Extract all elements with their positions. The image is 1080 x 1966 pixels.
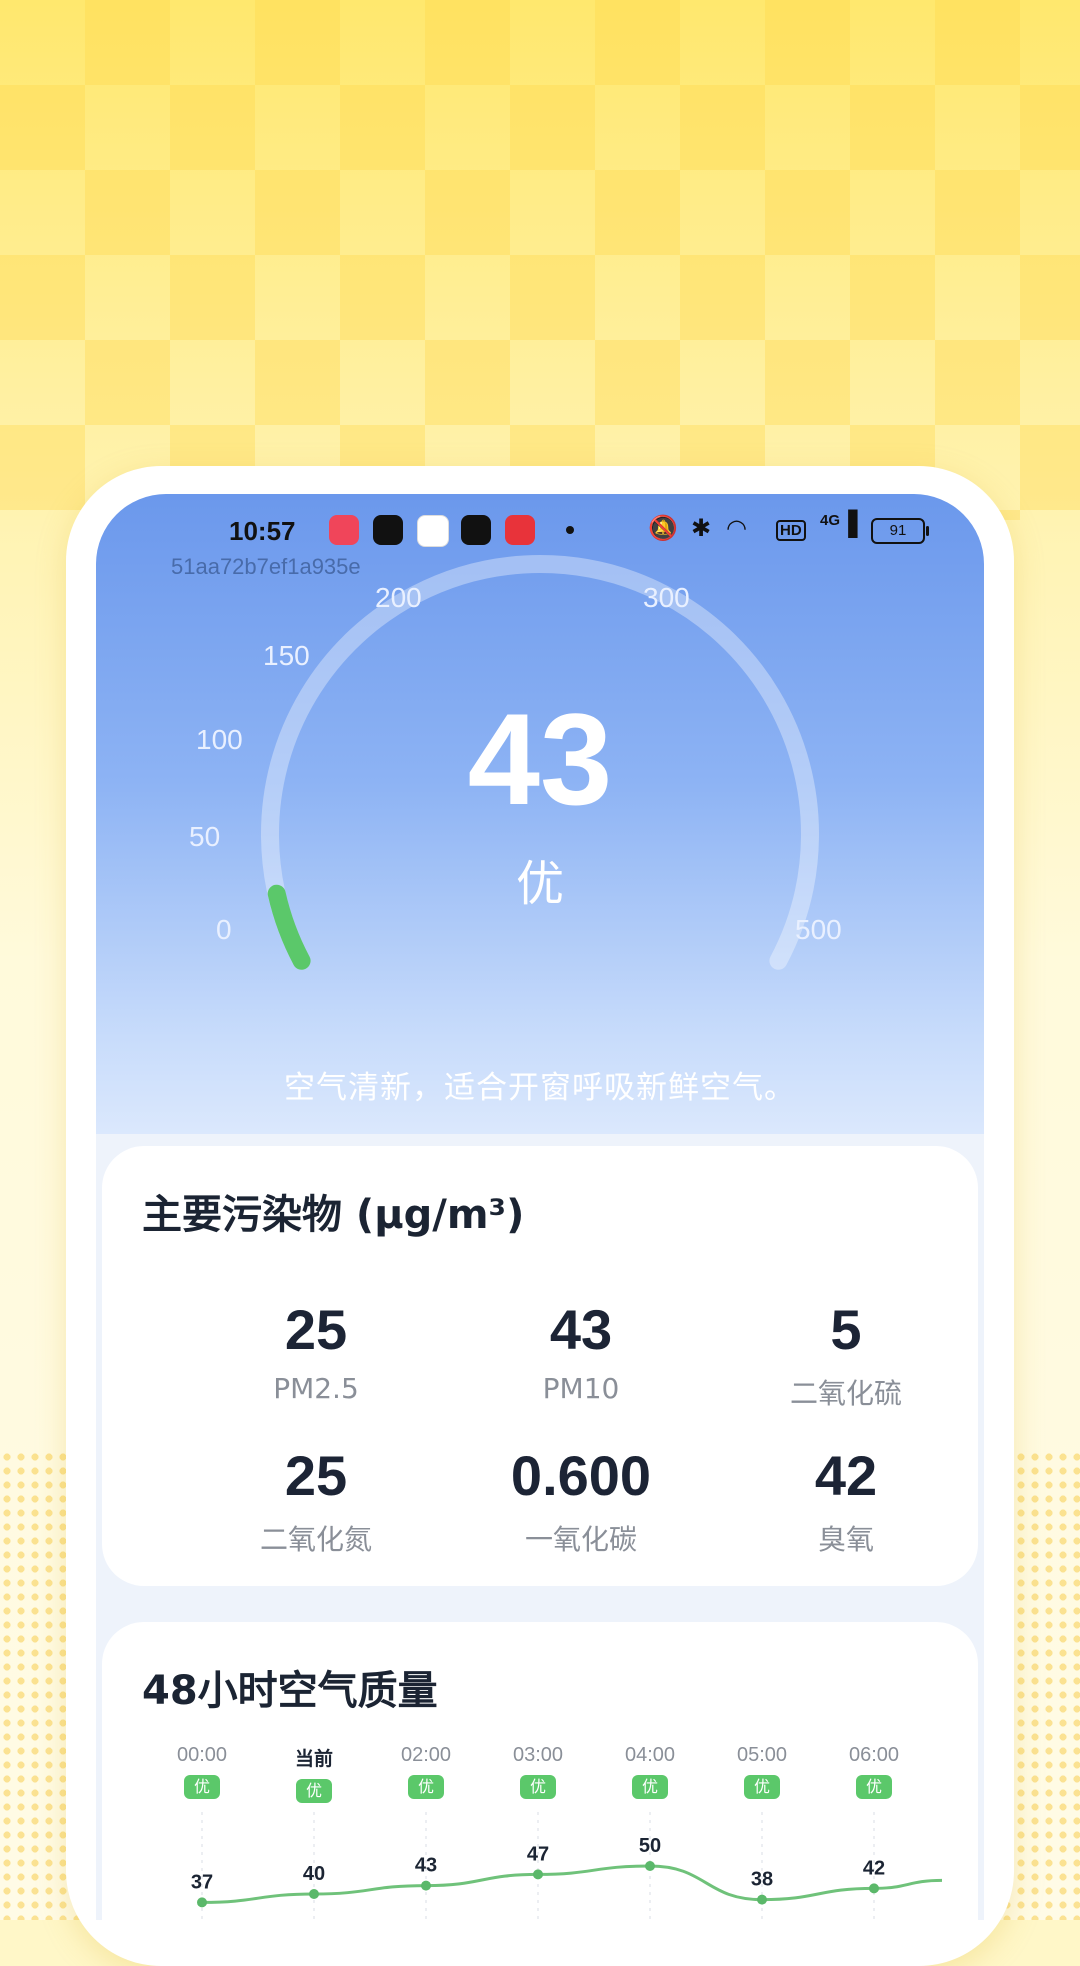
app-screen: 10:57 🔕 ✱ ◠ HD 4G ▐ 91 51aa72b7ef1a935e … (96, 494, 984, 1920)
forecast-value-label: 37 (191, 1871, 213, 1893)
forecast-value-label: 42 (863, 1857, 885, 1879)
checker-pattern (0, 0, 1080, 520)
forecast-point (869, 1883, 879, 1894)
forecast-value-label: 47 (527, 1843, 549, 1865)
aqi-value: 43 (467, 686, 613, 832)
pollutant-pm10[interactable]: 43 PM10 (451, 1298, 711, 1406)
pollutant-value: 25 (284, 1298, 348, 1361)
aqi-hero: 10:57 🔕 ✱ ◠ HD 4G ▐ 91 51aa72b7ef1a935e … (96, 494, 984, 1134)
pollutant-value: 42 (814, 1444, 878, 1507)
forecast-value-label: 43 (415, 1855, 437, 1877)
pollutant-value: 25 (284, 1444, 348, 1507)
forecast-value-label: 38 (751, 1869, 773, 1891)
pollutant-name: 一氧化碳 (524, 1523, 637, 1556)
pollutant-value: 5 (830, 1298, 862, 1361)
air-advice: 空气清新，适合开窗呼吸新鲜空气。 (284, 1070, 796, 1106)
forecast-value-label: 40 (303, 1863, 325, 1885)
gauge-tick-300: 300 (643, 582, 690, 613)
pollutant-value: 43 (549, 1298, 613, 1361)
forecast-point (757, 1894, 767, 1905)
pollutant-name: 二氧化氮 (259, 1523, 372, 1556)
pollutant-o3[interactable]: 42 臭氧 (716, 1448, 976, 1558)
pollutant-co[interactable]: 0.600 一氧化碳 (451, 1448, 711, 1558)
forecast-card: 48小时空气质量 00:00 优当前优 02:00 优 03:00 优 04:00 优 05:0… (102, 1622, 978, 1920)
forecast-point (309, 1889, 319, 1899)
forecast-line-chart: 37 40 43 47 50 38 42 (191, 1812, 943, 1920)
gauge-tick-0: 0 (216, 914, 232, 945)
pollutants-title: 主要污染物 (μg/m³) (142, 1192, 525, 1238)
pollutant-name: PM2.5 (273, 1372, 359, 1405)
pollutant-name: PM10 (542, 1372, 620, 1405)
forecast-point (421, 1880, 431, 1891)
forecast-point (645, 1861, 655, 1871)
gauge-tick-150: 150 (263, 640, 310, 671)
pollutant-value: 0.600 (510, 1444, 652, 1507)
pollutants-card: 主要污染物 (μg/m³) 25 PM2.5 43 PM10 5 二氧化硫 25… (102, 1146, 978, 1586)
pollutant-so2[interactable]: 5 二氧化硫 (716, 1302, 976, 1412)
forecast-value-label: 50 (639, 1835, 661, 1857)
gauge-tick-500: 500 (795, 914, 842, 945)
pollutant-name: 二氧化硫 (789, 1377, 902, 1410)
forecast-point (197, 1897, 207, 1908)
pollutant-pm25[interactable]: 25 PM2.5 (186, 1298, 446, 1406)
forecast-point (533, 1869, 543, 1880)
pollutant-no2[interactable]: 25 二氧化氮 (186, 1448, 446, 1558)
gauge-tick-200: 200 (375, 582, 422, 613)
pollutant-name: 臭氧 (817, 1523, 874, 1556)
aqi-level: 优 (515, 856, 564, 912)
